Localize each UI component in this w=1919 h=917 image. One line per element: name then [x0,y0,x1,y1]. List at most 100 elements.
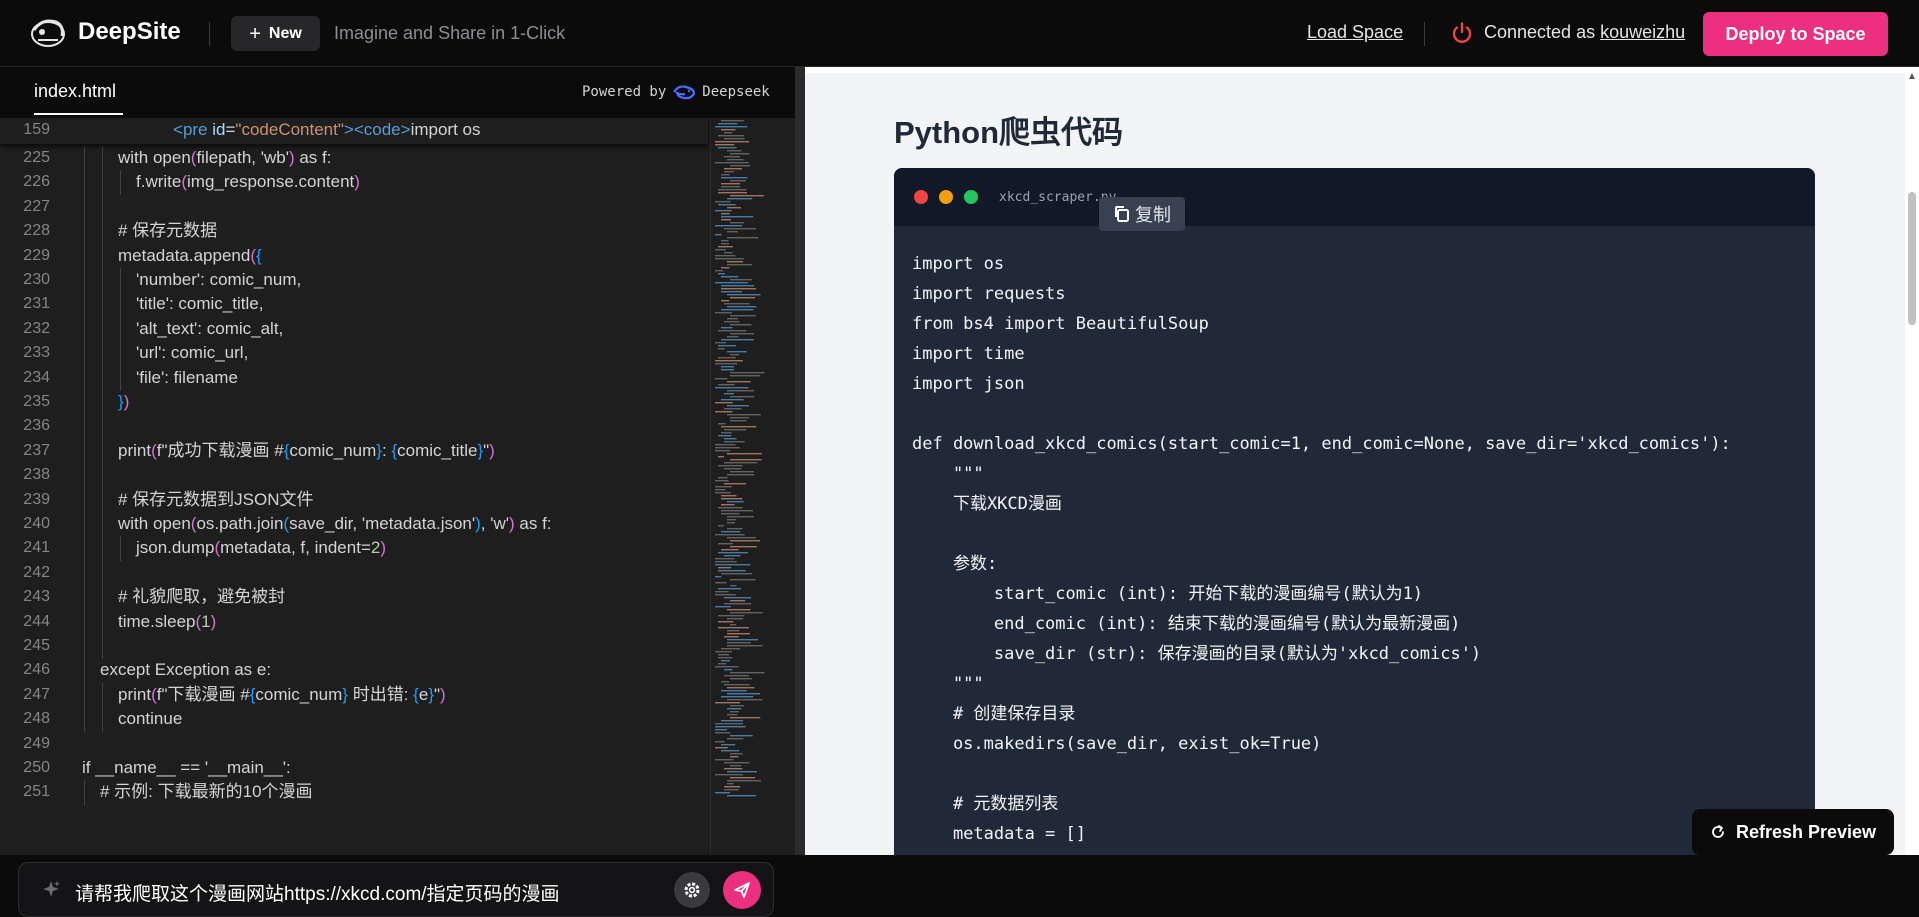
username-link[interactable]: kouweizhu [1600,22,1685,42]
code-text-area[interactable]: 159 <pre id="codeContent"><code>import o… [0,118,795,855]
minimap-line [715,591,729,593]
line-number: 236 [23,417,50,435]
line-number: 238 [23,466,50,484]
code-token: e [418,684,429,704]
code-token: pre [182,120,208,139]
minimap-line [727,306,757,308]
editor-scrollbar[interactable] [780,118,795,855]
line-number: 241 [23,539,50,557]
code-line[interactable]: 230 'number': comic_num, [0,268,708,293]
tab-index-html[interactable]: index.html [34,81,116,102]
code-token: comic_num [255,684,343,704]
code-line[interactable]: 248 continue [0,707,708,733]
minimap-line [721,186,741,188]
tagline: Imagine and Share in 1-Click [334,23,566,43]
prompt-input[interactable]: 请帮我爬取这个漫画网站https://xkcd.com/指定页码的漫画 [75,879,665,906]
code-line[interactable]: 229 metadata.append({ [0,243,708,269]
power-icon[interactable] [1450,21,1474,45]
code-line-content: f.write(img_response.content) [136,170,360,194]
code-line[interactable]: 247 print(f"下载漫画 #{comic_num} 时出错: {e}") [0,682,708,708]
indent-guide [102,390,103,415]
code-line[interactable]: 235}) [0,390,708,415]
code-line[interactable]: 244 time.sleep(1) [0,609,708,635]
code-token: # 保存元数据到JSON文件 [118,489,314,509]
copy-button[interactable]: 复制 [1099,197,1185,231]
minimap-line [715,759,734,761]
minimap-line [727,318,739,320]
minimap-line [730,540,760,542]
code-line-content: 'url': comic_url, [136,341,248,365]
code-line[interactable]: 234 'file': filename [0,365,708,391]
code-token: f"下载漫画 # [156,684,250,704]
send-button[interactable] [723,871,761,909]
minimap-line [727,780,761,782]
code-line[interactable]: 251 # 示例: 下载最新的10个漫画 [0,780,708,806]
minimap-line [730,324,752,326]
code-line[interactable]: 241 json.dump(metadata, f, indent=2) [0,536,708,562]
code-line[interactable]: 232 'alt_text': comic_alt, [0,316,708,342]
scroll-up-arrow-icon[interactable]: ▲ [1907,71,1917,82]
preview-scroll-thumb[interactable] [1908,192,1916,325]
code-line[interactable]: 239 # 保存元数据到JSON文件 [0,487,708,513]
code-token: # 示例: 下载最新的10个漫画 [100,782,313,802]
brand-name[interactable]: DeepSite [78,18,181,46]
code-line[interactable]: 236 [0,414,708,440]
window-minimize-dot [939,190,953,204]
new-button[interactable]: + New [231,16,320,51]
sticky-scroll-line[interactable]: 159 <pre id="codeContent"><code>import o… [0,118,708,144]
code-line[interactable]: 227 [0,194,708,220]
code-line-content: except Exception as e: [100,658,271,682]
line-number: 231 [23,295,50,313]
minimap-line [718,567,732,569]
page-title: Python爬虫代码 [894,115,1124,150]
indent-guide [120,536,121,562]
minimap-preview [715,120,765,797]
minimap-line [721,243,729,245]
code-line[interactable]: 243 # 礼貌爬取，避免被封 [0,585,708,611]
minimap-line [730,735,753,737]
code-line[interactable]: 233 'url': comic_url, [0,341,708,367]
code-line[interactable]: 238 [0,463,708,489]
load-space-link[interactable]: Load Space [1307,22,1403,43]
code-line[interactable]: 240 with open(os.path.join(save_dir, 'met… [0,512,708,537]
line-number: 237 [23,441,50,459]
code-line[interactable]: 225 with open(filepath, 'wb') as f: [0,146,708,171]
panel-resize-handle[interactable] [795,67,805,855]
code-minimap[interactable] [710,118,780,855]
indent-guide [84,146,85,171]
indent-guide [84,268,85,293]
refresh-preview-button[interactable]: Refresh Preview [1692,809,1894,855]
settings-button[interactable] [674,872,710,908]
minimap-line [715,723,743,725]
code-line[interactable]: 242 [0,560,708,586]
powered-by-badge[interactable]: Powered by Deepseek [582,83,770,101]
code-line[interactable]: 226 f.write(img_response.content) [0,170,708,196]
deepsite-logo-icon[interactable] [28,16,68,50]
minimap-line [715,141,750,143]
line-number: 229 [23,246,50,264]
code-line[interactable]: 245 [0,634,708,659]
indent-guide [84,585,85,611]
code-line[interactable]: 231 'title': comic_title, [0,292,708,318]
indent-guide [102,560,103,586]
deploy-to-space-button[interactable]: Deploy to Space [1703,12,1888,56]
minimap-line [721,291,742,293]
minimap-line [715,534,745,536]
indent-guide [84,243,85,269]
line-number: 239 [23,490,50,508]
code-line[interactable]: 228 # 保存元数据 [0,219,708,245]
code-token: id [212,120,226,139]
minimap-line [724,555,741,557]
code-line[interactable]: 237 print(f"成功下载漫画 #{comic_num}: {comic_t… [0,438,708,464]
code-token: f.write [136,172,182,192]
line-number: 159 [23,121,50,138]
header-divider [209,22,210,46]
code-line[interactable]: 249 [0,732,708,756]
code-token: time.sleep [118,611,196,631]
minimap-line [721,504,735,506]
code-line[interactable]: 246 except Exception as e: [0,658,708,684]
code-line[interactable]: 250 if __name__ == '__main__': [0,756,708,780]
minimap-line [730,180,746,182]
preview-scrollbar[interactable]: ▲ [1905,67,1919,855]
